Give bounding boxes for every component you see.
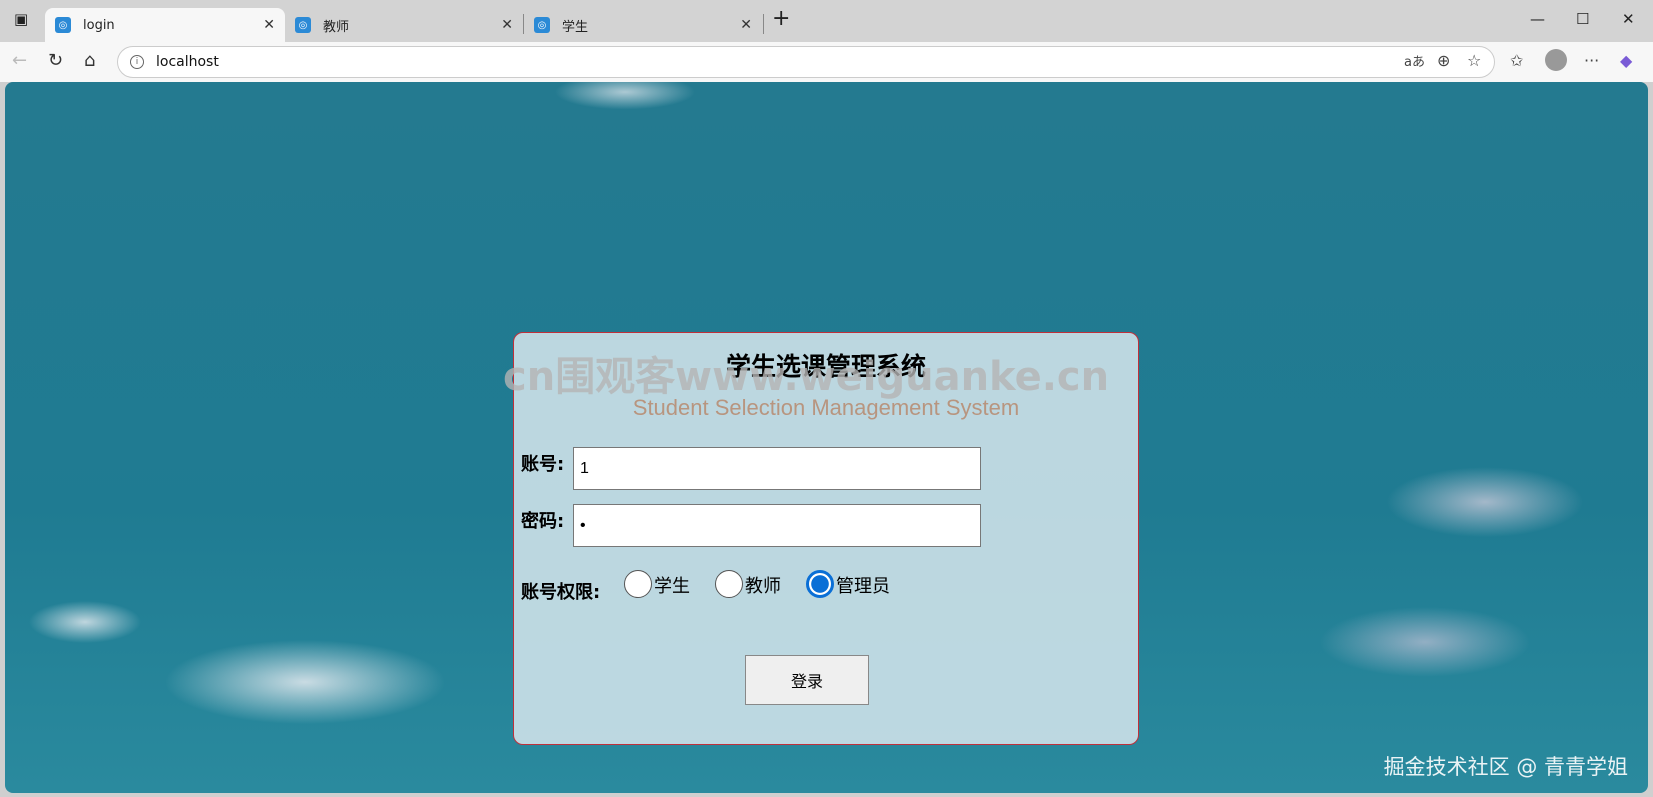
url-text: localhost (156, 54, 219, 70)
favicon-icon: ◎ (55, 17, 71, 33)
close-window-icon[interactable]: ✕ (1622, 10, 1635, 28)
profile-avatar-icon[interactable] (1545, 49, 1567, 71)
favorite-star-icon[interactable]: ☆ (1467, 51, 1481, 70)
more-icon[interactable]: ··· (1584, 51, 1599, 70)
radio-button[interactable] (806, 570, 834, 598)
copilot-icon[interactable]: ◆ (1620, 51, 1632, 70)
watermark-center: cn围观客www.weiguanke.cn (503, 354, 1110, 400)
home-icon[interactable]: ⌂ (84, 50, 95, 71)
read-aloud-icon[interactable]: aあ (1404, 51, 1425, 70)
maximize-icon[interactable]: ☐ (1576, 10, 1589, 28)
favicon-icon: ◎ (295, 17, 311, 33)
radio-button[interactable] (715, 570, 743, 598)
role-radio-student[interactable]: 学生 (624, 570, 690, 598)
account-label: 账号: (521, 454, 565, 475)
zoom-icon[interactable]: ⊕ (1437, 51, 1450, 70)
password-label: 密码: (521, 511, 565, 532)
radio-label: 学生 (654, 576, 690, 597)
tab-title: login (83, 17, 115, 33)
password-input[interactable] (573, 504, 981, 547)
radio-button[interactable] (624, 570, 652, 598)
close-tab-icon[interactable]: ✕ (740, 17, 752, 33)
back-icon[interactable]: ← (12, 50, 27, 71)
new-tab-icon[interactable]: + (772, 6, 790, 31)
tab-title: 教师 (323, 19, 350, 35)
address-row: ← ↻ ⌂ i localhost aあ ⊕ ☆ ✩ ··· ◆ (0, 42, 1653, 82)
radio-label: 教师 (745, 576, 781, 597)
role-label: 账号权限: (521, 582, 601, 603)
tab-login[interactable]: ◎ login ✕ (45, 8, 285, 42)
tab-actions-icon[interactable]: ▣ (14, 10, 28, 28)
page-content: 学生选课管理系统 Student Selection Management Sy… (5, 82, 1648, 793)
account-input[interactable] (573, 447, 981, 490)
tab-teacher[interactable]: ◎ 教师 ✕ (285, 8, 523, 42)
address-bar[interactable]: i localhost (117, 46, 1495, 78)
role-radio-teacher[interactable]: 教师 (715, 570, 781, 598)
watermark-corner: 掘金技术社区 @ 青青学姐 (1383, 755, 1628, 779)
radio-label: 管理员 (836, 576, 890, 597)
tab-bar: ▣ ◎ login ✕ ◎ 教师 ✕ ◎ 学生 ✕ + — ☐ ✕ (0, 0, 1653, 42)
role-radio-admin[interactable]: 管理员 (806, 570, 890, 598)
tab-student[interactable]: ◎ 学生 ✕ (524, 8, 762, 42)
minimize-icon[interactable]: — (1530, 10, 1545, 28)
favorites-icon[interactable]: ✩ (1510, 51, 1523, 70)
tab-separator (763, 14, 764, 34)
login-button[interactable]: 登录 (745, 655, 869, 705)
favicon-icon: ◎ (534, 17, 550, 33)
info-icon[interactable]: i (130, 55, 144, 69)
close-tab-icon[interactable]: ✕ (501, 17, 513, 33)
tab-title: 学生 (562, 19, 589, 35)
refresh-icon[interactable]: ↻ (48, 50, 63, 71)
close-tab-icon[interactable]: ✕ (263, 17, 275, 33)
